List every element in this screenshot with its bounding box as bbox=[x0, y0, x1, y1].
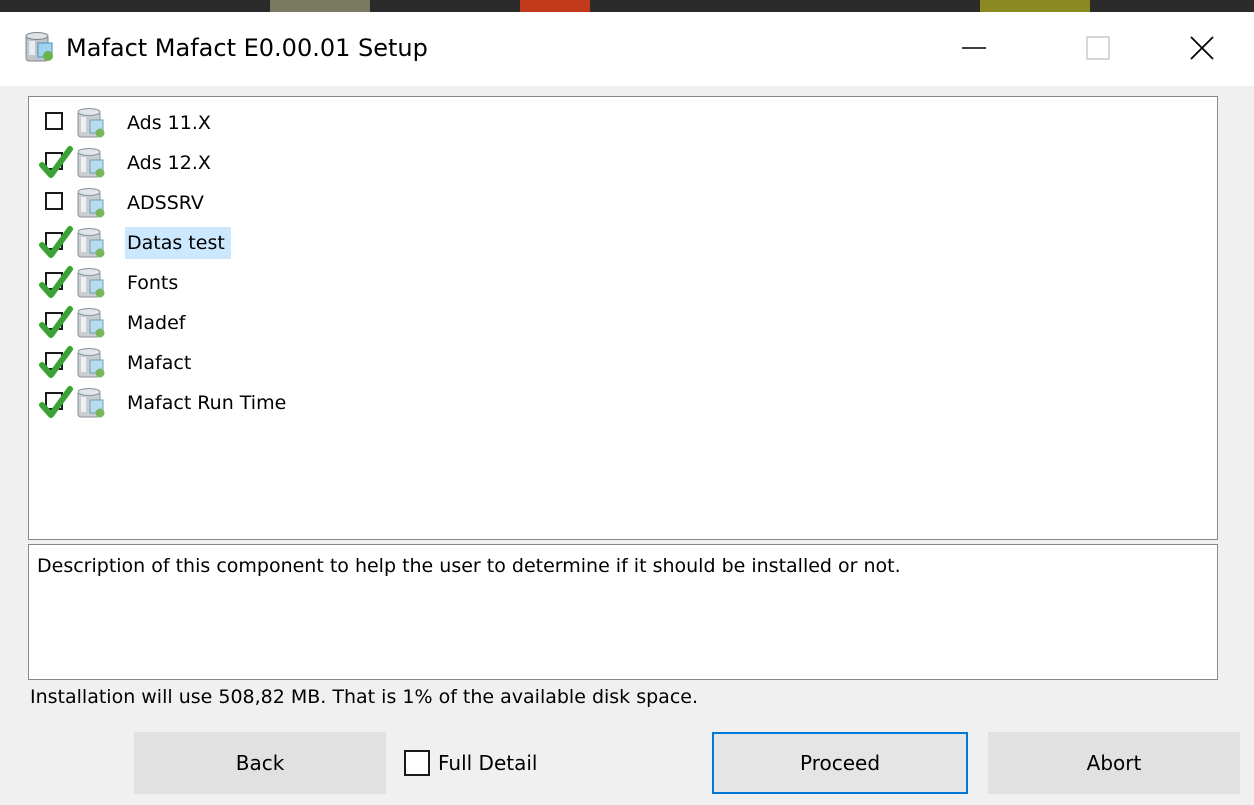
package-icon bbox=[77, 348, 105, 378]
component-label[interactable]: Madef bbox=[125, 307, 191, 339]
component-item[interactable]: Datas test bbox=[39, 225, 231, 261]
green-checkmark-icon bbox=[39, 386, 73, 418]
abort-button[interactable]: Abort bbox=[988, 732, 1240, 794]
component-label[interactable]: Mafact Run Time bbox=[125, 387, 292, 419]
green-checkmark-icon bbox=[39, 226, 73, 258]
component-list[interactable]: Ads 11.X Ads 12.X ADSSRV Datas test Fonts Mad… bbox=[28, 96, 1218, 540]
minimize-icon bbox=[962, 47, 986, 49]
package-icon bbox=[77, 148, 105, 178]
component-item[interactable]: ADSSRV bbox=[41, 185, 210, 221]
package-icon bbox=[77, 308, 105, 338]
green-checkmark-icon bbox=[39, 266, 73, 298]
setup-window: Mafact Mafact E0.00.01 Setup Ads 11.X Ads… bbox=[0, 12, 1254, 805]
package-icon bbox=[77, 108, 105, 138]
minimize-button[interactable] bbox=[928, 12, 1020, 84]
component-checkbox[interactable] bbox=[39, 345, 73, 381]
component-checkbox[interactable] bbox=[39, 385, 73, 421]
component-label[interactable]: Ads 12.X bbox=[125, 147, 217, 179]
title-bar[interactable]: Mafact Mafact E0.00.01 Setup bbox=[0, 12, 1254, 86]
window-title: Mafact Mafact E0.00.01 Setup bbox=[66, 34, 428, 62]
component-label[interactable]: Mafact bbox=[125, 347, 197, 379]
full-detail-box[interactable] bbox=[404, 750, 430, 776]
component-item[interactable]: Ads 12.X bbox=[39, 145, 217, 181]
disk-space-status: Installation will use 508,82 MB. That is… bbox=[30, 686, 698, 708]
background-strip bbox=[0, 0, 1254, 12]
close-button[interactable] bbox=[1156, 12, 1248, 84]
installer-package-icon bbox=[25, 32, 53, 62]
component-item[interactable]: Mafact bbox=[39, 345, 197, 381]
package-icon bbox=[77, 188, 105, 218]
component-label[interactable]: Datas test bbox=[125, 227, 231, 259]
component-label[interactable]: ADSSRV bbox=[125, 187, 210, 219]
component-item[interactable]: Mafact Run Time bbox=[39, 385, 292, 421]
green-checkmark-icon bbox=[39, 146, 73, 178]
green-checkmark-icon bbox=[39, 346, 73, 378]
component-checkbox[interactable] bbox=[39, 265, 73, 301]
maximize-icon bbox=[1086, 36, 1110, 60]
component-checkbox[interactable] bbox=[41, 105, 71, 141]
component-checkbox[interactable] bbox=[39, 305, 73, 341]
component-label[interactable]: Ads 11.X bbox=[125, 107, 217, 139]
description-text: Description of this component to help th… bbox=[37, 555, 901, 577]
back-button[interactable]: Back bbox=[134, 732, 386, 794]
component-label[interactable]: Fonts bbox=[125, 267, 184, 299]
component-item[interactable]: Fonts bbox=[39, 265, 184, 301]
close-icon bbox=[1190, 36, 1214, 60]
full-detail-checkbox[interactable]: Full Detail bbox=[404, 750, 537, 776]
checkbox-box[interactable] bbox=[45, 112, 63, 130]
proceed-button[interactable]: Proceed bbox=[712, 732, 968, 794]
package-icon bbox=[77, 388, 105, 418]
component-item[interactable]: Ads 11.X bbox=[41, 105, 217, 141]
component-checkbox[interactable] bbox=[41, 185, 71, 221]
component-item[interactable]: Madef bbox=[39, 305, 191, 341]
description-box: Description of this component to help th… bbox=[28, 544, 1218, 680]
green-checkmark-icon bbox=[39, 306, 73, 338]
component-checkbox[interactable] bbox=[39, 225, 73, 261]
package-icon bbox=[77, 228, 105, 258]
full-detail-label[interactable]: Full Detail bbox=[438, 751, 537, 775]
component-checkbox[interactable] bbox=[39, 145, 73, 181]
checkbox-box[interactable] bbox=[45, 192, 63, 210]
package-icon bbox=[77, 268, 105, 298]
maximize-button[interactable] bbox=[1052, 12, 1144, 84]
